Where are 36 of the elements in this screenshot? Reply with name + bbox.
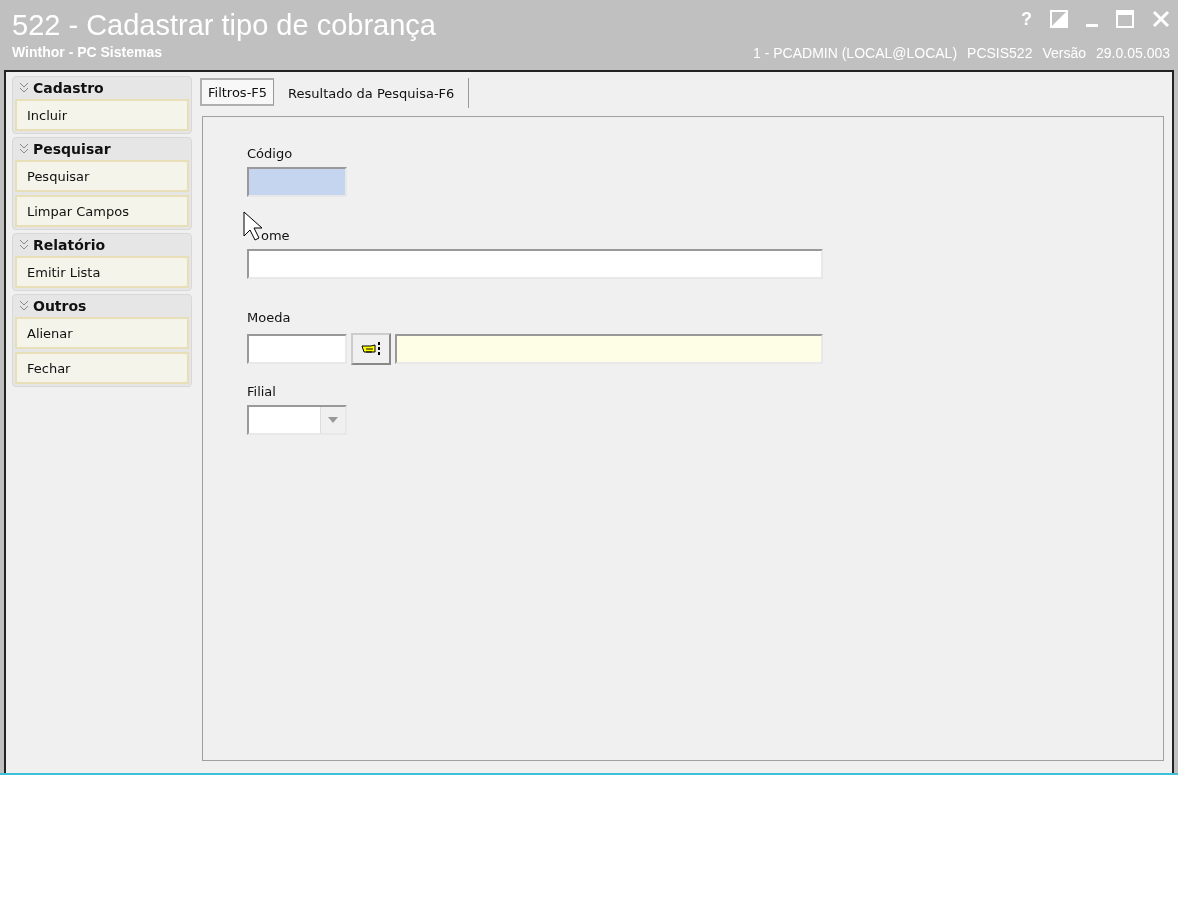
chevron-icon bbox=[19, 239, 29, 251]
maximize-icon[interactable] bbox=[1116, 10, 1134, 28]
group-header[interactable]: Outros bbox=[15, 295, 189, 317]
window-subtitle: Winthor - PC Sistemas bbox=[12, 44, 163, 60]
tab[interactable]: Filtros-F5 bbox=[200, 78, 275, 106]
sidebar-item[interactable]: Limpar Campos bbox=[15, 195, 189, 227]
dropdown[interactable] bbox=[247, 405, 347, 435]
sidebar-item[interactable]: Alienar bbox=[15, 317, 189, 349]
version-number: 29.0.05.003 bbox=[1096, 45, 1170, 61]
session-info: 1 - PCADMIN (LOCAL@LOCAL) bbox=[753, 45, 958, 61]
field-label: Moeda bbox=[247, 308, 292, 327]
field-label: ome bbox=[247, 225, 1119, 245]
theme-icon[interactable] bbox=[1050, 10, 1068, 28]
chevron-icon bbox=[19, 143, 29, 155]
group-header[interactable]: Relatório bbox=[15, 234, 189, 256]
tab[interactable]: Resultado da Pesquisa-F6 bbox=[274, 78, 470, 108]
text-field[interactable] bbox=[247, 249, 823, 279]
field-label: Filial bbox=[247, 382, 277, 401]
field-label: Código bbox=[247, 144, 294, 163]
sidebar-item[interactable]: Incluir bbox=[15, 99, 189, 131]
program-code: PCSIS522 bbox=[967, 45, 1033, 61]
group-header[interactable]: Cadastro bbox=[15, 77, 189, 99]
caret-icon bbox=[328, 417, 338, 423]
sidebar-item[interactable]: Emitir Lista bbox=[15, 256, 189, 288]
window-title: 522 - Cadastrar tipo de cobrança bbox=[12, 8, 436, 42]
close-icon[interactable] bbox=[1152, 10, 1170, 28]
pointing-hand-icon bbox=[360, 341, 382, 357]
code-field[interactable] bbox=[247, 334, 347, 364]
lookup-button[interactable] bbox=[351, 333, 391, 365]
text-field[interactable] bbox=[247, 167, 347, 197]
chevron-icon bbox=[19, 300, 29, 312]
sidebar-item[interactable]: Pesquisar bbox=[15, 160, 189, 192]
chevron-icon bbox=[19, 82, 29, 94]
group-header[interactable]: Pesquisar bbox=[15, 138, 189, 160]
version-label: Versão bbox=[1042, 45, 1087, 61]
sidebar-item[interactable]: Fechar bbox=[15, 352, 189, 384]
